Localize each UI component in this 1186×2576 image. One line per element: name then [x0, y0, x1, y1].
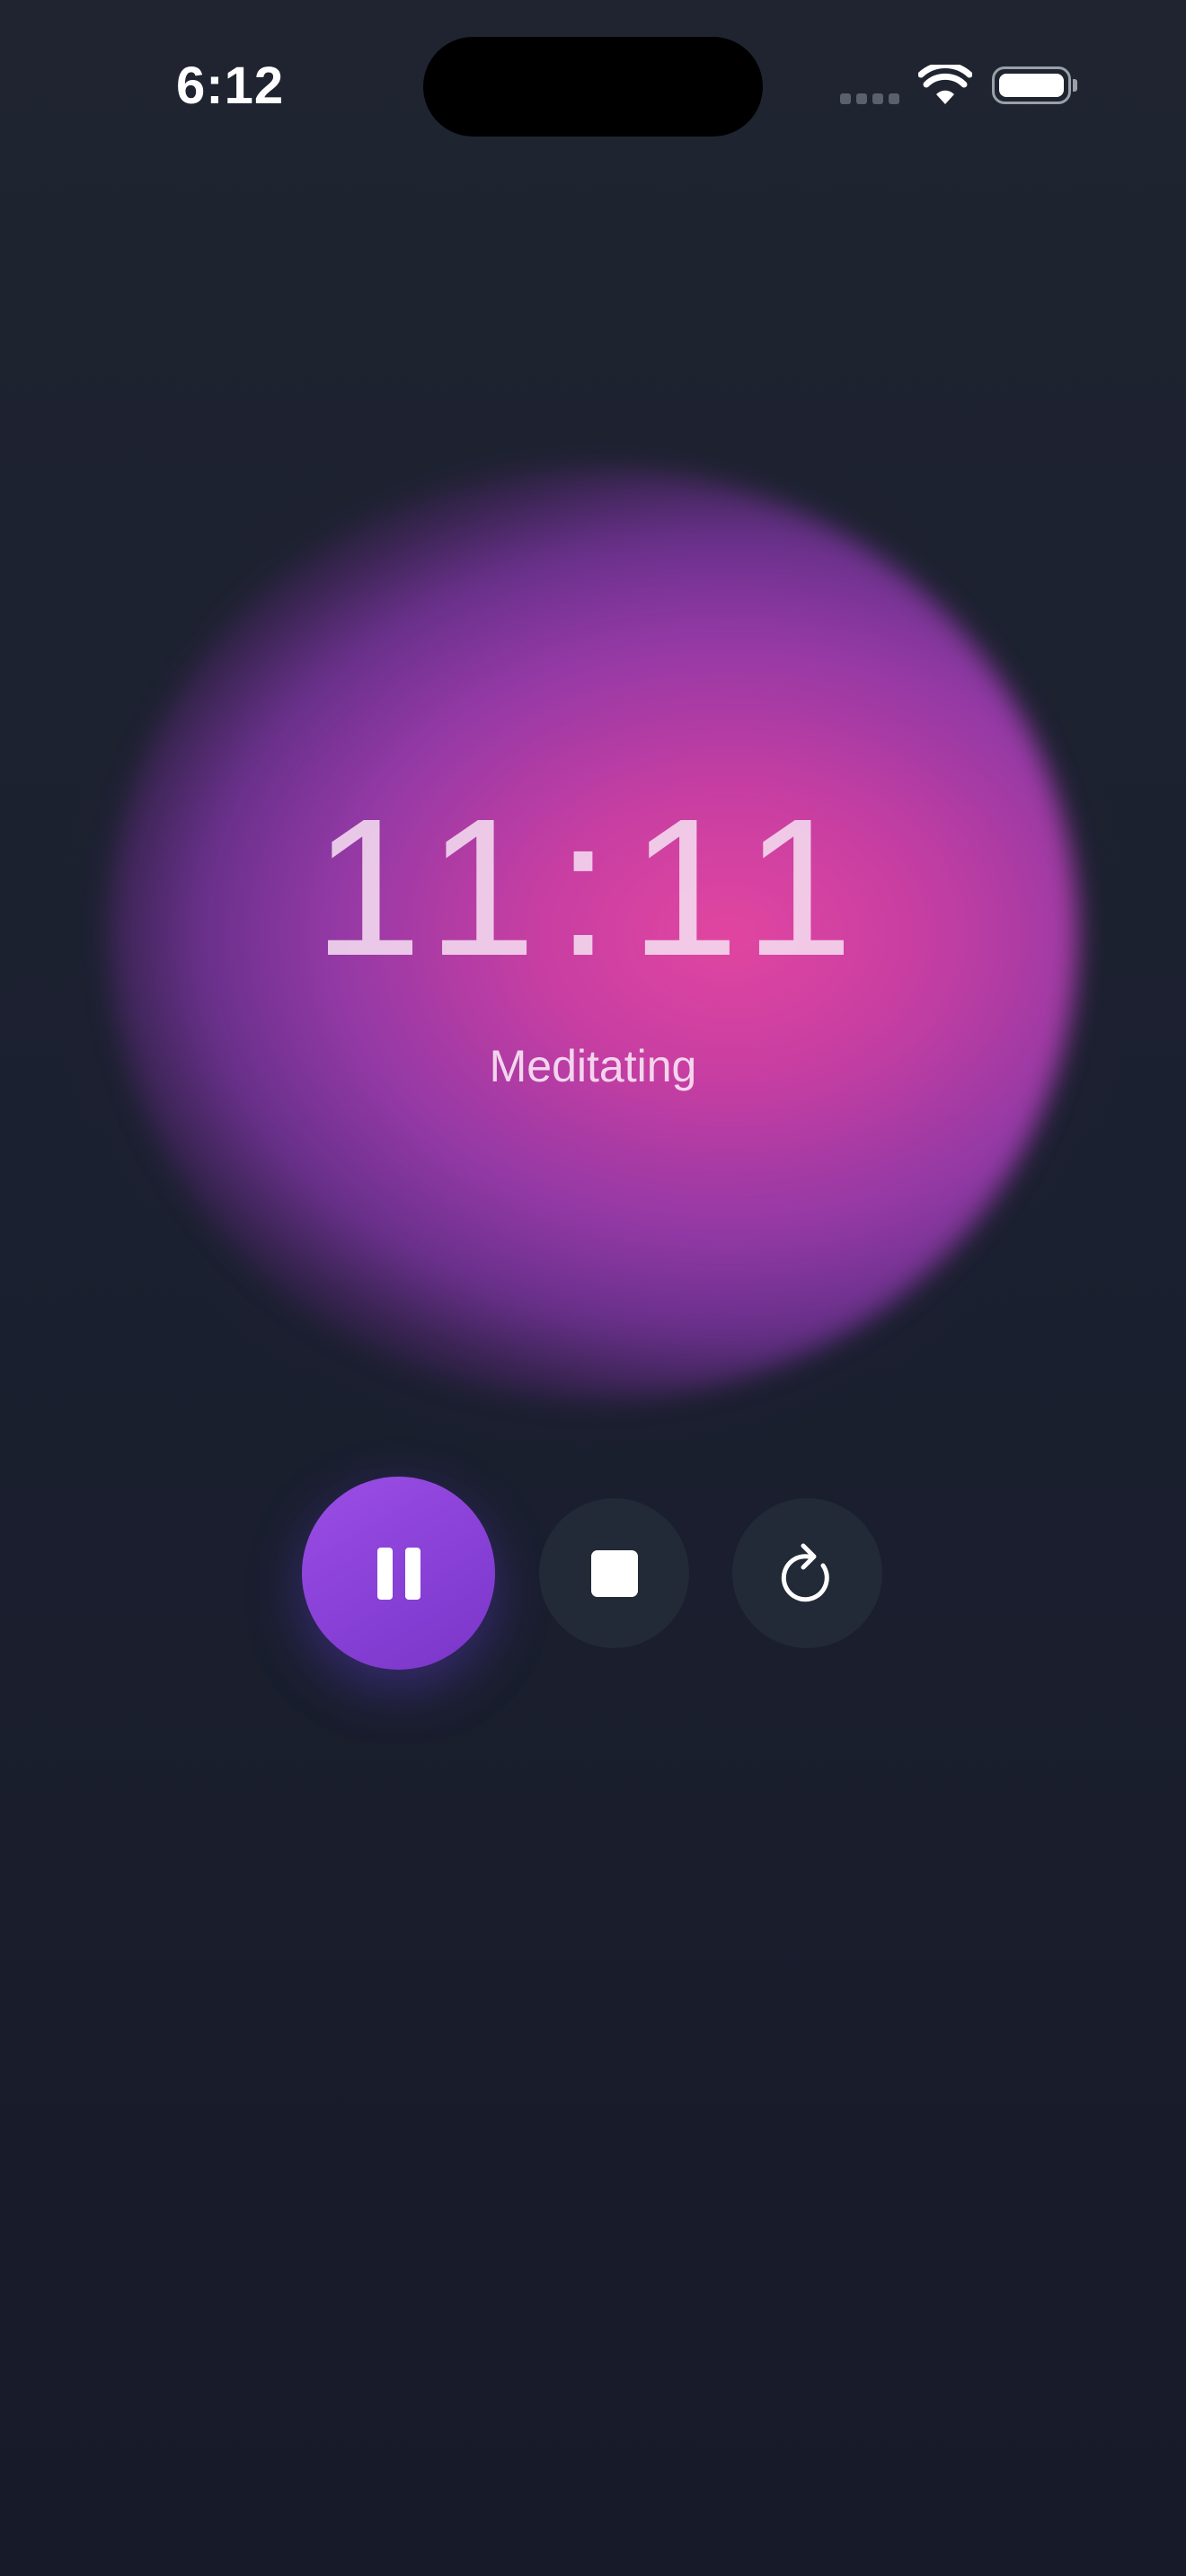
- pause-button[interactable]: [302, 1477, 495, 1670]
- battery-cap: [1073, 79, 1077, 92]
- pause-icon: [376, 1547, 420, 1600]
- battery-icon: [992, 66, 1071, 104]
- cellular-signal-icon: [840, 93, 899, 104]
- timer-state-label: Meditating: [489, 1041, 697, 1091]
- restart-icon: [781, 1543, 829, 1601]
- stop-button[interactable]: [539, 1498, 689, 1648]
- stop-icon: [590, 1549, 638, 1597]
- restart-button[interactable]: [732, 1498, 882, 1648]
- dynamic-island: [423, 37, 763, 137]
- timer-display: 11:11: [313, 779, 873, 997]
- wifi-icon: [918, 65, 972, 104]
- status-bar-time: 6:12: [176, 57, 285, 115]
